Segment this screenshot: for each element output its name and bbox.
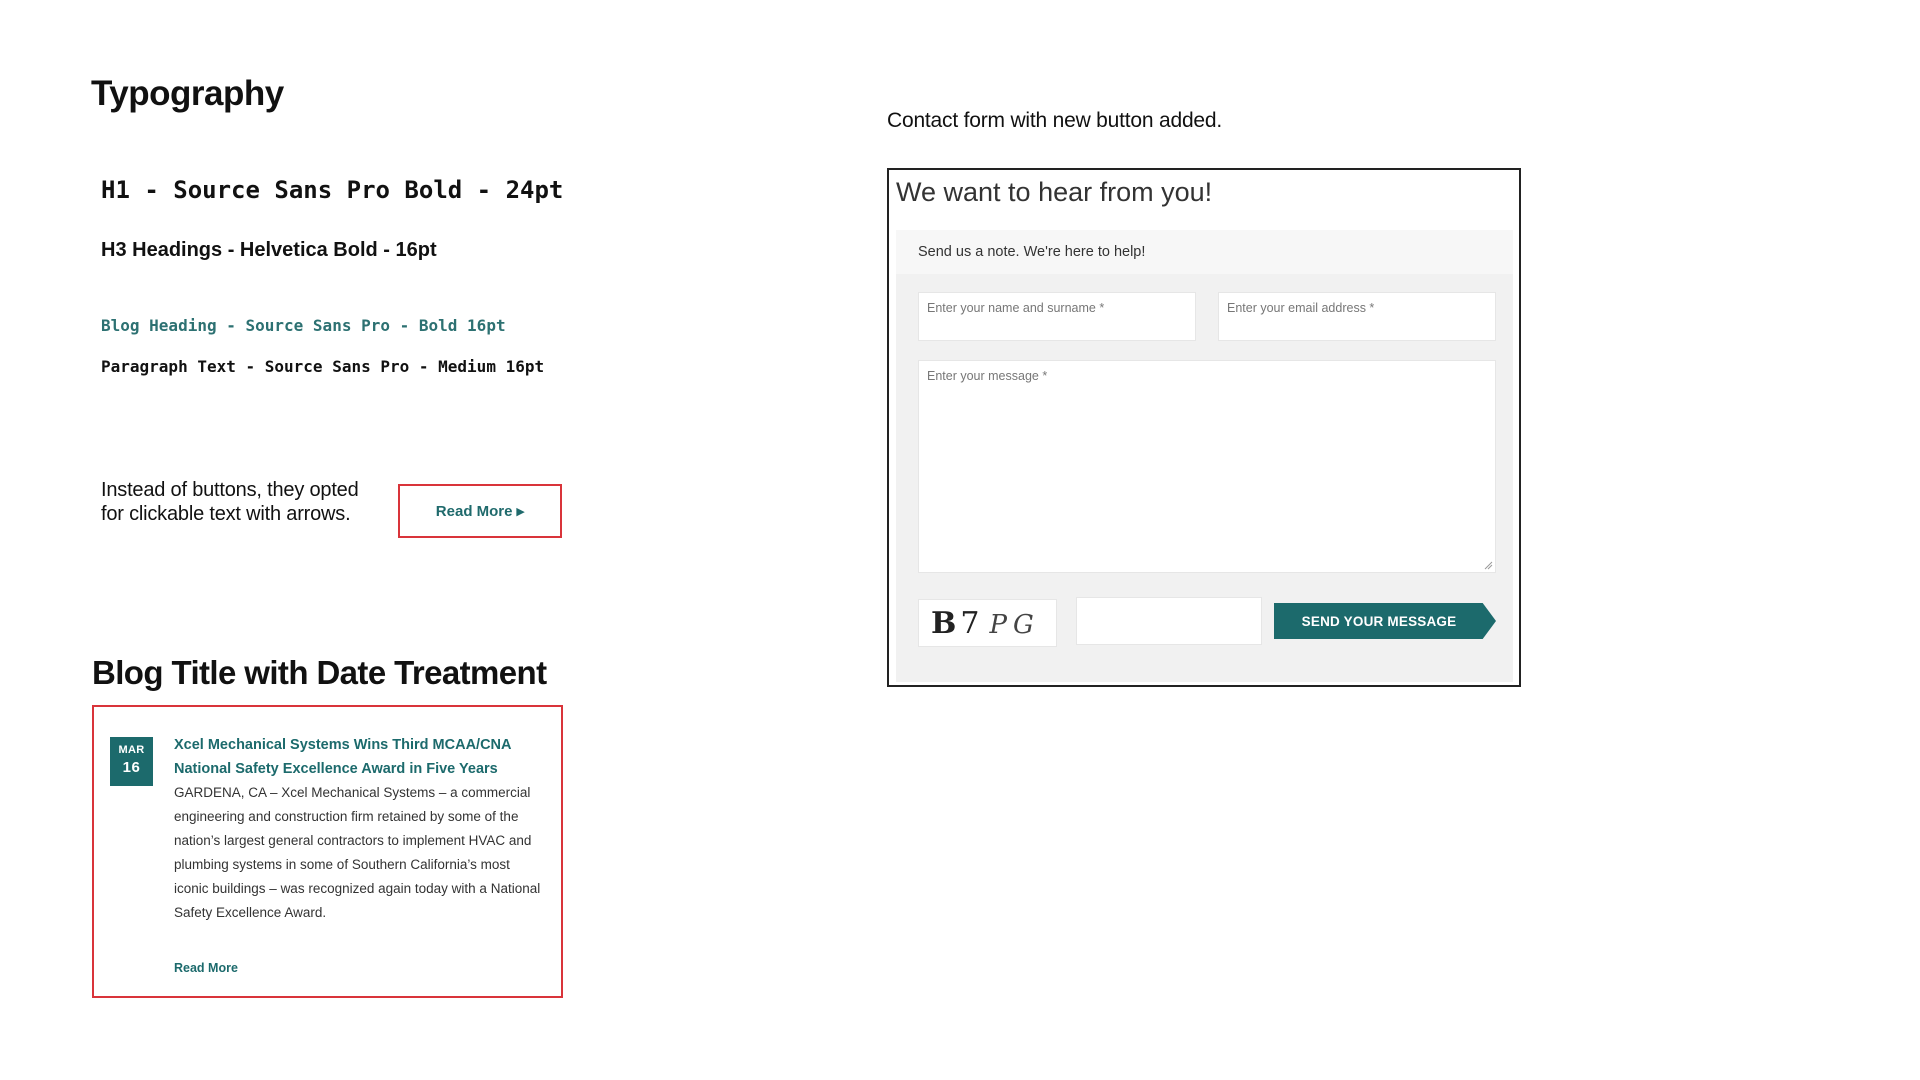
typography-title: Typography: [91, 74, 284, 113]
resize-handle-icon[interactable]: [1484, 561, 1493, 570]
h1-spec-text: H1 - Source Sans Pro Bold - 24pt: [101, 176, 564, 204]
captcha-input[interactable]: [1076, 597, 1262, 645]
captcha-char-1: B: [931, 606, 957, 641]
post-read-more-link[interactable]: Read More: [174, 961, 238, 975]
message-placeholder: Enter your message *: [927, 369, 1048, 383]
buttons-note: Instead of buttons, they opted for click…: [101, 479, 359, 525]
form-caption: Contact form with new button added.: [887, 109, 1223, 132]
date-badge: MAR 16: [110, 737, 153, 786]
captcha-char-4: G: [1012, 610, 1034, 640]
read-more-label: Read More ▸: [435, 503, 525, 520]
post-title-link[interactable]: Xcel Mechanical Systems Wins Third MCAA/…: [174, 733, 534, 781]
captcha-image: B7PG: [918, 599, 1057, 647]
captcha-text: B7PG: [931, 606, 1034, 641]
date-day: 16: [122, 759, 141, 776]
email-input[interactable]: Enter your email address *: [1218, 292, 1496, 341]
form-heading: We want to hear from you!: [896, 177, 1213, 207]
message-textarea[interactable]: Enter your message *: [918, 360, 1496, 573]
send-button-label: SEND YOUR MESSAGE: [1301, 613, 1457, 629]
captcha-char-3: P: [989, 610, 1007, 640]
name-placeholder: Enter your name and surname *: [927, 301, 1105, 315]
form-note: Send us a note. We're here to help!: [896, 230, 1513, 274]
blog-heading-spec-text: Blog Heading - Source Sans Pro - Bold 16…: [101, 316, 506, 335]
send-message-button[interactable]: SEND YOUR MESSAGE: [1274, 603, 1496, 639]
name-input[interactable]: Enter your name and surname *: [918, 292, 1196, 341]
email-placeholder: Enter your email address *: [1227, 301, 1375, 315]
captcha-char-2: 7: [960, 606, 980, 641]
blog-section-title: Blog Title with Date Treatment: [92, 654, 547, 691]
paragraph-spec-text: Paragraph Text - Source Sans Pro - Mediu…: [101, 357, 545, 376]
date-month: MAR: [118, 744, 145, 756]
h3-spec-text: H3 Headings - Helvetica Bold - 16pt: [101, 239, 437, 261]
read-more-link-sample[interactable]: Read More ▸: [398, 484, 562, 538]
blog-post-card: MAR 16 Xcel Mechanical Systems Wins Thir…: [92, 705, 563, 998]
form-panel: Send us a note. We're here to help! Ente…: [896, 230, 1513, 682]
post-excerpt: GARDENA, CA – Xcel Mechanical Systems – …: [174, 785, 541, 920]
contact-form-screenshot: We want to hear from you! Send us a note…: [887, 168, 1521, 687]
